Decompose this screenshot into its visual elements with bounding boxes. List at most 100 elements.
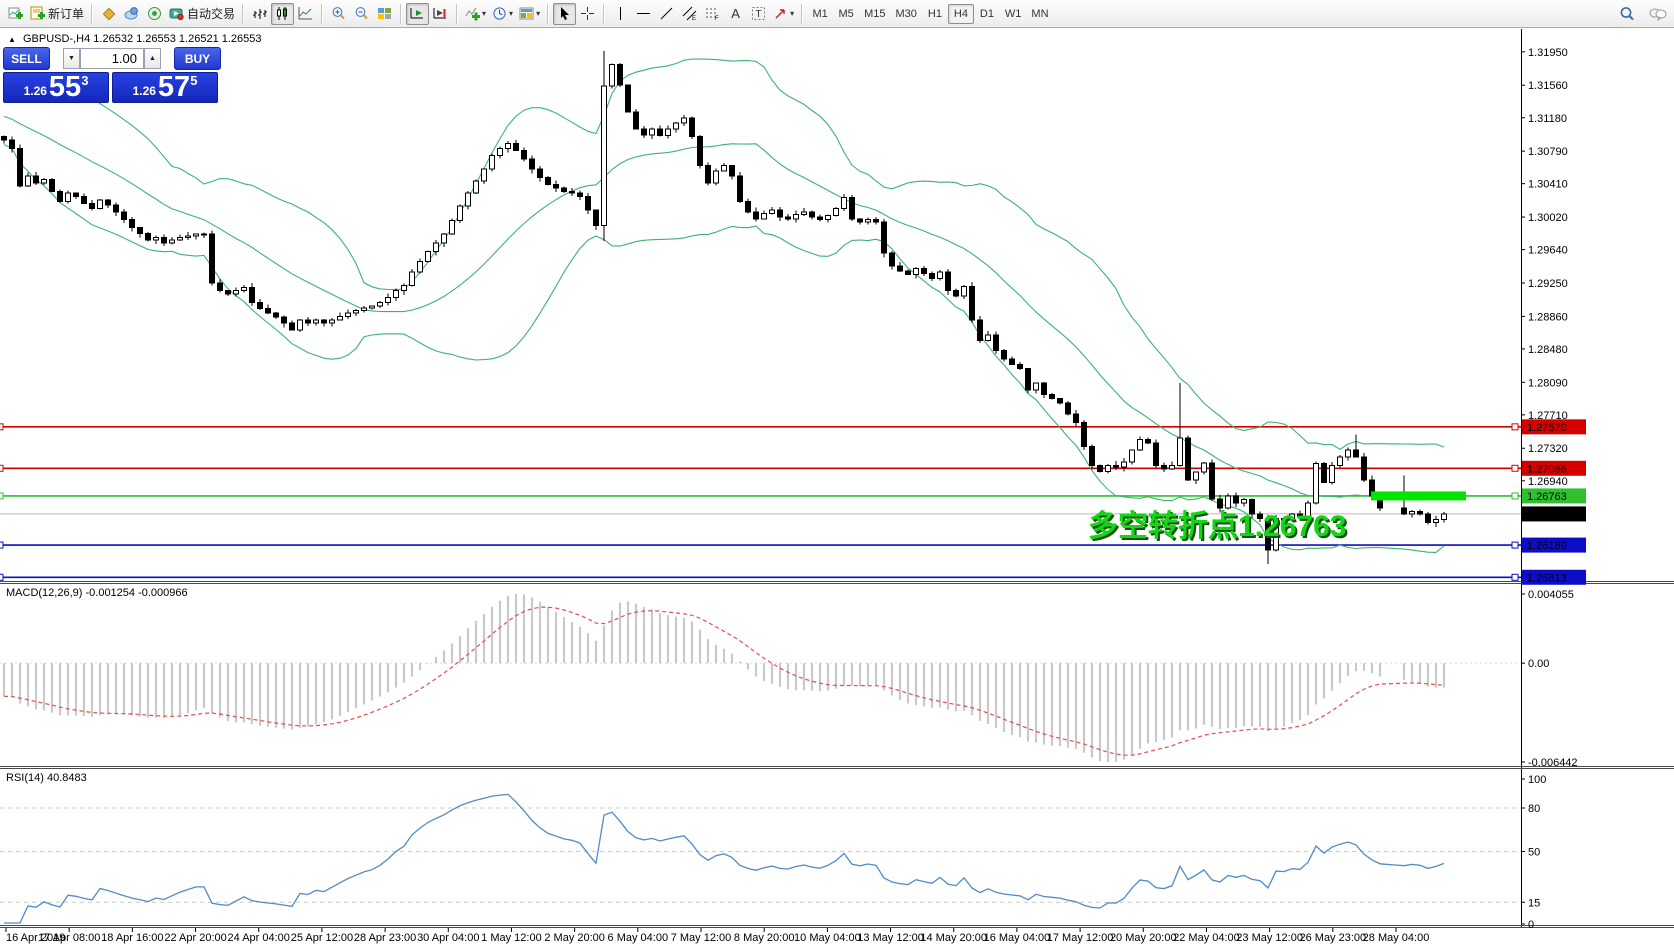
candle-body bbox=[866, 220, 871, 223]
line-handle[interactable] bbox=[1512, 465, 1518, 471]
bar-chart-button[interactable] bbox=[248, 3, 271, 25]
candle-body bbox=[434, 243, 439, 252]
candle-body bbox=[1402, 508, 1407, 514]
signal-button[interactable] bbox=[143, 3, 166, 25]
candle-body bbox=[578, 193, 583, 196]
chart-canvas[interactable]: 1.319501.315601.311801.307901.304101.300… bbox=[0, 0, 1674, 951]
candle-body bbox=[610, 65, 615, 86]
line-handle[interactable] bbox=[1512, 424, 1518, 430]
timeframe-button-m1[interactable]: M1 bbox=[807, 4, 833, 24]
search-icon bbox=[1619, 6, 1635, 22]
candle-body bbox=[530, 159, 535, 169]
new-chart-button[interactable] bbox=[4, 3, 27, 25]
periods-button[interactable]: ▾ bbox=[489, 3, 516, 25]
text-label-button[interactable]: T bbox=[747, 3, 770, 25]
timeframe-button-m15[interactable]: M15 bbox=[859, 4, 890, 24]
tile-windows-icon bbox=[377, 6, 392, 21]
line-handle[interactable] bbox=[0, 493, 3, 499]
auto-scroll-button[interactable] bbox=[406, 3, 429, 25]
line-handle[interactable] bbox=[0, 574, 3, 580]
text-button[interactable]: A bbox=[724, 3, 747, 25]
trendline-button[interactable] bbox=[655, 3, 678, 25]
timeframe-button-m5[interactable]: M5 bbox=[833, 4, 859, 24]
timeframe-button-h1[interactable]: H1 bbox=[922, 4, 948, 24]
cursor-button[interactable] bbox=[553, 3, 576, 25]
buy-price-display[interactable]: 1.26 57 5 bbox=[112, 72, 218, 103]
one-click-trading-panel: SELL ▼ ▲ BUY 1.26 55 3 1.26 57 5 bbox=[3, 47, 221, 103]
candle-body bbox=[634, 112, 639, 129]
time-axis-label: 30 Apr 04:00 bbox=[417, 932, 479, 944]
zoom-out-button[interactable] bbox=[350, 3, 373, 25]
sell-price-display[interactable]: 1.26 55 3 bbox=[3, 72, 109, 103]
time-axis-label: 28 May 04:00 bbox=[1363, 932, 1430, 944]
quotes-icon bbox=[101, 6, 116, 21]
candles bbox=[2, 51, 1447, 564]
panel-frame bbox=[0, 29, 1674, 928]
highlight-bar[interactable] bbox=[1371, 491, 1466, 500]
fibonacci-button[interactable]: F bbox=[701, 3, 724, 25]
new-order-button[interactable]: 新订单 bbox=[27, 3, 87, 25]
time-axis-label: 25 Apr 12:00 bbox=[291, 932, 353, 944]
chart-shift-button[interactable] bbox=[429, 3, 452, 25]
candle-body bbox=[1098, 465, 1103, 471]
line-handle[interactable] bbox=[0, 542, 3, 548]
sell-button[interactable]: SELL bbox=[3, 47, 50, 70]
publish-button[interactable] bbox=[120, 3, 143, 25]
toolbar-right-group bbox=[1615, 3, 1670, 25]
candle-body bbox=[194, 234, 199, 236]
tile-windows-button[interactable] bbox=[373, 3, 396, 25]
candle-body bbox=[1338, 457, 1343, 466]
vertical-line-button[interactable] bbox=[609, 3, 632, 25]
buy-button[interactable]: BUY bbox=[174, 47, 221, 70]
quotes-button[interactable] bbox=[97, 3, 120, 25]
macd-indicator-label: MACD(12,26,9) -0.001254 -0.000966 bbox=[6, 587, 188, 599]
horizontal-line-button[interactable] bbox=[632, 3, 655, 25]
candle-body bbox=[498, 149, 503, 156]
line-handle[interactable] bbox=[1512, 574, 1518, 580]
line-chart-button[interactable] bbox=[294, 3, 317, 25]
candle-body bbox=[1154, 443, 1159, 465]
toolbar-separator bbox=[400, 4, 402, 24]
price-line-badge-label: 1.27570 bbox=[1527, 422, 1567, 434]
candle-body bbox=[42, 179, 47, 182]
timeframe-button-d1[interactable]: D1 bbox=[974, 4, 1000, 24]
volume-decrease-button[interactable]: ▼ bbox=[63, 48, 80, 69]
indicators-button[interactable]: ▾ bbox=[462, 3, 489, 25]
timeframe-bar: M1M5M15M30H1H4D1W1MN bbox=[807, 4, 1053, 24]
line-handle[interactable] bbox=[0, 424, 3, 430]
line-handle[interactable] bbox=[0, 465, 3, 471]
candle-body bbox=[1330, 465, 1335, 482]
volume-increase-button[interactable]: ▲ bbox=[144, 48, 161, 69]
timeframe-button-w1[interactable]: W1 bbox=[1000, 4, 1027, 24]
candle-body bbox=[882, 222, 887, 253]
crosshair-button[interactable] bbox=[576, 3, 599, 25]
price-axis-tick-label: 1.31180 bbox=[1528, 113, 1567, 125]
line-handle[interactable] bbox=[1512, 493, 1518, 499]
timeframe-button-m30[interactable]: M30 bbox=[891, 4, 922, 24]
equidistant-channel-button[interactable]: E bbox=[678, 3, 701, 25]
collapse-icon[interactable]: ▲ bbox=[8, 35, 16, 44]
candlestick-chart-button[interactable] bbox=[271, 3, 294, 25]
candle-body bbox=[202, 234, 207, 235]
autotrading-button[interactable]: 自动交易 bbox=[166, 3, 238, 25]
arrows-button[interactable]: ▾ bbox=[770, 3, 797, 25]
community-button[interactable] bbox=[1646, 3, 1670, 25]
candle-body bbox=[938, 272, 943, 279]
line-handle[interactable] bbox=[1512, 542, 1518, 548]
autotrading-icon bbox=[169, 6, 184, 21]
templates-button[interactable]: ▾ bbox=[516, 3, 543, 25]
volume-input[interactable] bbox=[80, 48, 144, 69]
search-button[interactable] bbox=[1615, 3, 1638, 25]
candle-body bbox=[506, 143, 511, 148]
candle-body bbox=[618, 65, 623, 86]
candle-body bbox=[546, 178, 551, 185]
timeframe-button-h4[interactable]: H4 bbox=[948, 4, 974, 24]
candle-body bbox=[1066, 403, 1071, 414]
candle-body bbox=[602, 86, 607, 226]
timeframe-button-mn[interactable]: MN bbox=[1026, 4, 1053, 24]
candle-body bbox=[1210, 463, 1215, 499]
candle-body bbox=[978, 320, 983, 341]
candle-body bbox=[162, 238, 167, 243]
cursor-icon bbox=[557, 6, 572, 21]
zoom-in-button[interactable] bbox=[327, 3, 350, 25]
